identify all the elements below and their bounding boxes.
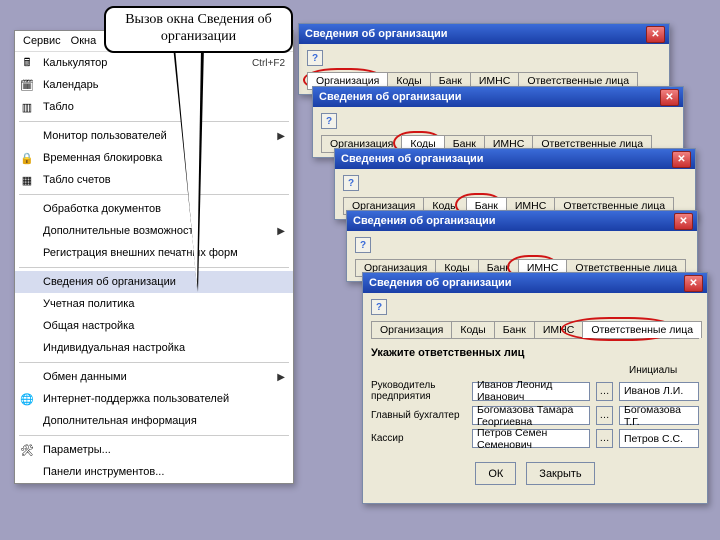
menu-extra-features[interactable]: Дополнительные возможности ▶ (15, 220, 293, 242)
calculator-icon: 🖩 (19, 55, 35, 71)
menu-ext-print-forms[interactable]: Регистрация внешних печатных форм (15, 242, 293, 264)
menu-general-settings[interactable]: Общая настройка (15, 315, 293, 337)
menu-parameters[interactable]: 🛠 Параметры... (15, 439, 293, 461)
close-button[interactable]: Закрыть (526, 462, 594, 485)
help-icon[interactable]: ? (321, 113, 337, 129)
callout-line2: организации (161, 29, 236, 44)
menu-org-info[interactable]: Сведения об организации (15, 271, 293, 293)
ellipsis-button[interactable]: … (596, 429, 613, 448)
menu-temp-lock[interactable]: 🔒 Временная блокировка (15, 147, 293, 169)
globe-icon: 🌐 (19, 391, 35, 407)
row2-initials[interactable]: Богомазова Т.Г. (619, 406, 699, 425)
menubar-service[interactable]: Сервис (23, 35, 61, 47)
row3-initials[interactable]: Петров С.С. (619, 429, 699, 448)
menu-internet-support[interactable]: 🌐 Интернет-поддержка пользователей (15, 388, 293, 410)
menu-data-exchange[interactable]: Обмен данными ▶ (15, 366, 293, 388)
tab-codes[interactable]: Коды (451, 321, 494, 338)
chevron-right-icon: ▶ (277, 372, 285, 383)
wrench-icon: 🛠 (19, 442, 35, 458)
close-icon[interactable]: ✕ (684, 275, 703, 292)
menu-doc-processing[interactable]: Обработка документов (15, 198, 293, 220)
close-icon[interactable]: ✕ (646, 26, 665, 43)
ellipsis-button[interactable]: … (596, 382, 613, 401)
close-icon[interactable]: ✕ (672, 151, 691, 168)
menu-tablo[interactable]: ▥ Табло (15, 96, 293, 118)
help-icon[interactable]: ? (371, 299, 387, 315)
tab-resp[interactable]: Ответственные лица (582, 321, 702, 338)
tab-bank[interactable]: Банк (494, 321, 535, 338)
tab-imns[interactable]: ИМНС (534, 321, 583, 338)
service-menu: Сервис Окна 🖩 Калькулятор Ctrl+F2 🗓 Кале… (14, 30, 294, 484)
row3-value[interactable]: Петров Семен Семенович (472, 429, 590, 448)
menu-individual-settings[interactable]: Индивидуальная настройка (15, 337, 293, 359)
menu-calculator[interactable]: 🖩 Калькулятор Ctrl+F2 (15, 52, 293, 74)
col-initials: Инициалы (629, 365, 699, 376)
ok-button[interactable]: ОК (475, 462, 516, 485)
callout-line1: Вызов окна Сведения об (125, 12, 272, 27)
close-icon[interactable]: ✕ (660, 89, 679, 106)
table-icon: ▦ (19, 172, 35, 188)
menu-extra-info[interactable]: Дополнительная информация (15, 410, 293, 432)
help-icon[interactable]: ? (307, 50, 323, 66)
window-title: Сведения об организации (305, 28, 448, 40)
chevron-right-icon: ▶ (277, 131, 285, 142)
menu-user-monitor[interactable]: Монитор пользователей ▶ (15, 125, 293, 147)
chevron-right-icon: ▶ (277, 226, 285, 237)
row2-label: Главный бухгалтер (371, 410, 466, 421)
org-window-5: Сведения об организации✕ ? Организация К… (362, 272, 708, 504)
help-icon[interactable]: ? (343, 175, 359, 191)
resp-section-title: Укажите ответственных лиц (371, 347, 699, 359)
lock-icon: 🔒 (19, 150, 35, 166)
help-icon[interactable]: ? (355, 237, 371, 253)
menubar-windows[interactable]: Окна (71, 35, 97, 47)
ellipsis-button[interactable]: … (596, 406, 613, 425)
tab-org[interactable]: Организация (371, 321, 452, 338)
row1-value[interactable]: Иванов Леонид Иванович (472, 382, 590, 401)
org-window-1: Сведения об организации✕ ? Организация К… (298, 23, 670, 95)
row3-label: Кассир (371, 433, 466, 444)
menu-toolbars[interactable]: Панели инструментов... (15, 461, 293, 483)
row1-initials[interactable]: Иванов Л.И. (619, 382, 699, 401)
callout-bubble: Вызов окна Сведения об организации (104, 6, 293, 53)
close-icon[interactable]: ✕ (674, 213, 693, 230)
menu-accounting-policy[interactable]: Учетная политика (15, 293, 293, 315)
menu-calendar[interactable]: 🗓 Календарь (15, 74, 293, 96)
tablo-icon: ▥ (19, 99, 35, 115)
row2-value[interactable]: Богомазова Тамара Георгиевна (472, 406, 590, 425)
menu-accounts-tablo[interactable]: ▦ Табло счетов (15, 169, 293, 191)
calendar-icon: 🗓 (19, 77, 35, 93)
row1-label: Руководитель предприятия (371, 380, 466, 402)
